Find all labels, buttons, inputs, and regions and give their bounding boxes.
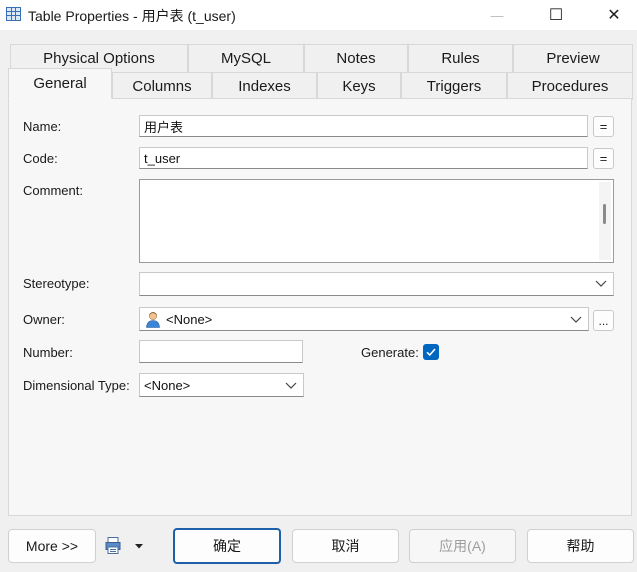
print-dropdown-button[interactable] <box>104 532 148 560</box>
code-field[interactable]: t_user <box>139 147 588 169</box>
cancel-button[interactable]: 取消 <box>292 529 399 563</box>
ok-button[interactable]: 确定 <box>173 528 281 564</box>
tab-mysql[interactable]: MySQL <box>188 44 304 72</box>
window-title: Table Properties - 用户表 (t_user) <box>28 8 236 24</box>
title-bar: Table Properties - 用户表 (t_user) — ☐ ✕ <box>0 0 637 30</box>
tab-columns[interactable]: Columns <box>112 72 212 100</box>
code-eq-button[interactable]: = <box>593 148 614 169</box>
chevron-down-icon <box>285 382 297 389</box>
chevron-down-icon <box>135 544 143 549</box>
generate-label: Generate: <box>361 345 419 360</box>
owner-browse-button[interactable]: ... <box>593 310 614 331</box>
chevron-down-icon <box>595 280 607 287</box>
tab-general[interactable]: General <box>8 68 112 99</box>
tab-keys[interactable]: Keys <box>317 72 401 100</box>
owner-label: Owner: <box>23 312 65 327</box>
minimize-button[interactable]: — <box>472 0 522 30</box>
checkmark-icon <box>426 348 436 357</box>
tab-rules[interactable]: Rules <box>408 44 513 72</box>
close-icon: ✕ <box>607 7 621 24</box>
apply-button[interactable]: 应用(A) <box>409 529 516 563</box>
name-label: Name: <box>23 119 62 134</box>
dimensional-type-label: Dimensional Type: <box>23 378 130 393</box>
tab-procedures[interactable]: Procedures <box>507 72 633 100</box>
tab-triggers[interactable]: Triggers <box>401 72 507 100</box>
owner-select[interactable]: <None> <box>139 307 589 331</box>
minimize-icon: — <box>490 7 504 23</box>
chevron-down-icon <box>570 316 582 323</box>
stereotype-select[interactable] <box>139 272 614 296</box>
close-button[interactable]: ✕ <box>589 0 637 30</box>
name-eq-button[interactable]: = <box>593 116 614 137</box>
tab-preview[interactable]: Preview <box>513 44 633 72</box>
number-field[interactable] <box>139 340 303 363</box>
comment-scrollbar[interactable] <box>599 182 611 260</box>
name-field[interactable]: 用户表 <box>139 115 588 137</box>
more-button[interactable]: More >> <box>8 529 96 563</box>
tab-notes[interactable]: Notes <box>304 44 408 72</box>
comment-label: Comment: <box>23 183 83 198</box>
number-label: Number: <box>23 345 73 360</box>
dimensional-type-select[interactable]: <None> <box>139 373 304 397</box>
scrollbar-thumb[interactable] <box>603 204 606 224</box>
table-icon <box>6 7 21 21</box>
tab-indexes[interactable]: Indexes <box>212 72 317 100</box>
printer-icon <box>105 537 121 554</box>
generate-checkbox[interactable] <box>423 344 439 360</box>
maximize-button[interactable]: ☐ <box>531 0 581 30</box>
help-button[interactable]: 帮助 <box>527 529 634 563</box>
comment-field[interactable] <box>139 179 614 263</box>
code-label: Code: <box>23 151 58 166</box>
stereotype-label: Stereotype: <box>23 276 90 291</box>
maximize-icon: ☐ <box>548 7 564 24</box>
user-icon <box>146 311 160 328</box>
